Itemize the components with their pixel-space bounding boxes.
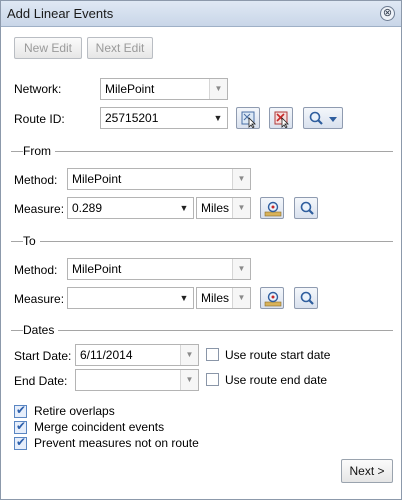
prevent-measures-label: Prevent measures not on route xyxy=(34,436,199,450)
checkmark-icon: ✔ xyxy=(16,435,27,449)
from-measure-label: Measure: xyxy=(14,202,65,216)
dates-section-header: Dates xyxy=(11,323,393,337)
chevron-down-icon[interactable]: ▼ xyxy=(209,108,227,128)
dates-section-title: Dates xyxy=(23,323,59,337)
from-measure-value: 0.289 xyxy=(72,201,103,215)
to-measure-combo[interactable]: ▼ xyxy=(67,287,194,309)
add-linear-events-panel: Add Linear Events ⊗ New Edit Next Edit N… xyxy=(0,0,402,500)
chevron-down-icon: ▼ xyxy=(232,169,250,189)
from-method-value: MilePoint xyxy=(72,172,122,186)
start-date-picker[interactable]: 6/11/2014 ▼ xyxy=(75,344,199,366)
retire-overlaps-label: Retire overlaps xyxy=(34,404,115,418)
window-title: Add Linear Events xyxy=(7,6,114,21)
checkmark-icon: ✔ xyxy=(16,419,27,433)
end-date-label: End Date: xyxy=(14,374,68,388)
from-units-value: Miles xyxy=(201,201,230,215)
next-button[interactable]: Next > xyxy=(341,459,393,483)
prevent-measures-checkbox[interactable]: ✔ xyxy=(14,435,27,450)
chevron-down-icon: ▼ xyxy=(209,79,227,99)
divider xyxy=(11,151,393,152)
start-date-value: 6/11/2014 xyxy=(80,348,133,362)
to-measure-label: Measure: xyxy=(14,292,65,306)
to-method-value: MilePoint xyxy=(72,262,122,276)
calendar-dropdown-icon[interactable]: ▼ xyxy=(180,370,198,390)
from-method-select[interactable]: MilePoint ▼ xyxy=(67,168,251,190)
target-icon xyxy=(264,201,282,217)
merge-coincident-events-checkbox[interactable]: ✔ xyxy=(14,419,27,434)
end-date-picker[interactable]: ▼ xyxy=(75,369,199,391)
to-section-header: To xyxy=(11,234,393,248)
use-route-start-date-checkbox[interactable] xyxy=(206,348,219,361)
route-id-combo[interactable]: 25715201 ▼ xyxy=(100,107,228,129)
zoom-magnifier-icon xyxy=(309,111,337,125)
map-select-icon xyxy=(241,111,256,128)
close-icon[interactable]: ⊗ xyxy=(380,6,395,21)
chevron-down-icon[interactable]: ▼ xyxy=(175,198,193,218)
from-section-header: From xyxy=(11,144,393,158)
chevron-down-icon: ▼ xyxy=(232,198,250,218)
to-pick-measure-button[interactable] xyxy=(260,287,284,309)
use-route-start-date-label: Use route start date xyxy=(225,348,331,362)
network-select[interactable]: MilePoint ▼ xyxy=(100,78,228,100)
clear-route-selection-button[interactable] xyxy=(269,107,293,129)
use-route-end-date-checkbox[interactable] xyxy=(206,373,219,386)
use-route-end-date-label: Use route end date xyxy=(225,373,328,387)
to-method-select[interactable]: MilePoint ▼ xyxy=(67,258,251,280)
title-bar: Add Linear Events ⊗ xyxy=(1,1,401,27)
divider xyxy=(11,241,393,242)
from-units-select[interactable]: Miles ▼ xyxy=(196,197,251,219)
chevron-down-icon: ▼ xyxy=(232,259,250,279)
new-edit-button[interactable]: New Edit xyxy=(14,37,82,59)
from-measure-combo[interactable]: 0.289 ▼ xyxy=(67,197,194,219)
route-id-value: 25715201 xyxy=(105,111,159,125)
to-section-title: To xyxy=(23,234,40,248)
zoom-to-route-dropdown[interactable] xyxy=(303,107,343,129)
from-zoom-button[interactable] xyxy=(294,197,318,219)
to-units-value: Miles xyxy=(201,291,230,305)
target-icon xyxy=(264,291,282,307)
clear-selection-icon xyxy=(274,111,289,128)
to-method-label: Method: xyxy=(14,263,58,277)
network-label: Network: xyxy=(14,82,62,96)
from-section-title: From xyxy=(23,144,55,158)
merge-coincident-events-label: Merge coincident events xyxy=(34,420,165,434)
network-value: MilePoint xyxy=(105,82,155,96)
chevron-down-icon: ▼ xyxy=(232,288,250,308)
from-method-label: Method: xyxy=(14,173,58,187)
zoom-magnifier-icon xyxy=(300,291,314,305)
route-id-label: Route ID: xyxy=(14,112,65,126)
zoom-magnifier-icon xyxy=(300,201,314,215)
from-pick-measure-button[interactable] xyxy=(260,197,284,219)
retire-overlaps-checkbox[interactable]: ✔ xyxy=(14,403,27,418)
start-date-label: Start Date: xyxy=(14,349,72,363)
calendar-dropdown-icon[interactable]: ▼ xyxy=(180,345,198,365)
select-route-on-map-button[interactable] xyxy=(236,107,260,129)
divider xyxy=(11,330,393,331)
next-edit-button[interactable]: Next Edit xyxy=(87,37,153,59)
to-units-select[interactable]: Miles ▼ xyxy=(196,287,251,309)
chevron-down-icon[interactable]: ▼ xyxy=(175,288,193,308)
checkmark-icon: ✔ xyxy=(16,403,27,417)
to-zoom-button[interactable] xyxy=(294,287,318,309)
